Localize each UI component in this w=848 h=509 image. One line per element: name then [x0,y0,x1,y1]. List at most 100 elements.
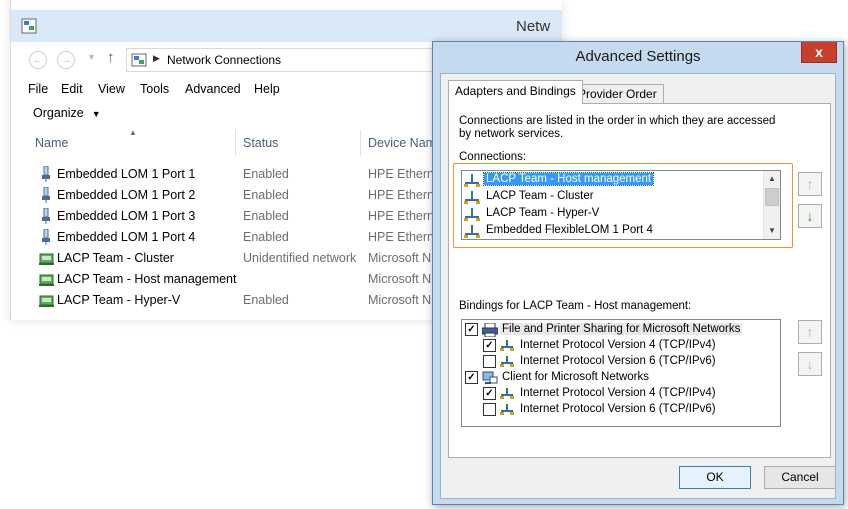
protocol-icon [500,339,514,354]
connections-label: Connections: [459,151,527,163]
binding-label: Client for Microsoft Networks [502,371,649,383]
close-icon: x [815,44,823,60]
scroll-thumb[interactable] [765,188,779,206]
connection-name: Embedded LOM 1 Port 2 [57,188,196,202]
binding-label: Internet Protocol Version 4 (TCP/IPv4) [520,387,716,399]
breadcrumb-chevron-icon[interactable]: ▶ [153,53,160,64]
binding-label: Internet Protocol Version 4 (TCP/IPv4) [520,339,716,351]
explorer-titlebar[interactable]: Netw [11,10,562,42]
arrow-down-icon: ↓ [806,208,814,224]
column-name[interactable]: Name [35,136,68,150]
ok-button[interactable]: OK [679,466,751,489]
connections-intro-text: Connections are listed in the order in w… [459,115,776,140]
binding-checkbox[interactable] [483,403,496,416]
binding-label: Internet Protocol Version 6 (TCP/IPv6) [520,355,716,367]
connection-device: HPE Etherne [368,230,441,244]
menu-edit[interactable]: Edit [61,82,83,96]
column-divider[interactable] [360,130,361,156]
binding-checkbox[interactable]: ✓ [465,371,478,384]
breadcrumb-network-connections[interactable]: Network Connections [167,53,281,67]
binding-checkbox[interactable]: ✓ [465,323,478,336]
network-adapter-icon [39,186,53,206]
column-divider[interactable] [235,130,236,156]
chevron-down-icon: ▼ [91,109,101,119]
connection-label: Embedded FlexibleLOM 1 Port 4 [486,224,653,236]
column-status[interactable]: Status [243,136,278,150]
connection-name: Embedded LOM 1 Port 3 [57,209,196,223]
move-binding-down-button[interactable]: ↓ [798,352,822,376]
protocol-icon [500,387,514,402]
printer-share-icon [481,322,499,340]
network-folder-icon [131,52,147,71]
scroll-up-icon[interactable]: ▲ [764,171,780,187]
column-device-name[interactable]: Device Nam [368,136,436,150]
connection-status: Enabled [243,209,289,223]
connection-device: HPE Etherne [368,188,441,202]
connection-device: Microsoft N [368,293,432,307]
binding-checkbox[interactable]: ✓ [483,339,496,352]
scroll-down-icon[interactable]: ▼ [764,223,780,239]
organize-label: Organize [33,106,84,120]
protocol-icon [500,403,514,418]
explorer-title: Netw [516,18,551,35]
arrow-up-icon: ↑ [806,324,814,340]
binding-checkbox[interactable] [483,355,496,368]
network-connection-icon [464,225,480,241]
recent-locations-chevron-down-icon[interactable]: ▼ [87,52,96,62]
protocol-icon [500,355,514,370]
connection-status: Enabled [243,293,289,307]
organize-button[interactable]: Organize ▼ [33,106,101,120]
dialog-body: Adapters and Bindings Provider Order Con… [440,73,836,499]
network-connection-icon [464,208,480,224]
bindings-listbox[interactable]: ✓ File and Printer Sharing for Microsoft… [461,319,781,427]
binding-label: File and Printer Sharing for Microsoft N… [500,323,743,335]
network-connection-icon [464,191,480,207]
network-adapter-icon [39,165,53,185]
connection-device: HPE Etherne [368,167,441,181]
connection-status: Enabled [243,167,289,181]
connection-status: Enabled [243,188,289,202]
cancel-button[interactable]: Cancel [764,466,836,489]
menu-advanced[interactable]: Advanced [185,82,241,96]
menu-tools[interactable]: Tools [140,82,169,96]
close-button[interactable]: x [801,42,837,63]
menu-help[interactable]: Help [254,82,280,96]
connections-scrollbar[interactable]: ▲ ▼ [763,171,780,239]
connection-name: LACP Team - Hyper-V [57,293,181,307]
menu-file[interactable]: File [28,82,48,96]
network-client-icon [482,371,498,388]
connection-label: LACP Team - Host management [482,172,655,186]
forward-icon[interactable]: → [57,51,75,69]
menu-view[interactable]: View [98,82,125,96]
connection-status: Enabled [243,230,289,244]
network-connection-icon [464,174,480,190]
connection-device: Microsoft N [368,251,432,265]
connections-listbox[interactable]: LACP Team - Host management LACP Team - … [461,170,781,240]
tab-adapters-and-bindings[interactable]: Adapters and Bindings [448,80,583,104]
move-connection-up-button[interactable]: ↑ [798,172,822,196]
binding-label: Internet Protocol Version 6 (TCP/IPv6) [520,403,716,415]
connection-name: Embedded LOM 1 Port 1 [57,167,196,181]
network-adapter-icon [39,228,53,248]
sort-ascending-icon: ▲ [129,128,137,137]
arrow-down-icon: ↓ [806,356,814,372]
bindings-label: Bindings for LACP Team - Host management… [459,300,692,312]
connection-device: Microsoft N [368,272,432,286]
up-arrow-icon[interactable]: ↑ [107,49,115,66]
connection-device: HPE Etherne [368,209,441,223]
move-connection-down-button[interactable]: ↓ [798,204,822,228]
move-binding-up-button[interactable]: ↑ [798,320,822,344]
back-icon[interactable]: ← [29,51,47,69]
tab-provider-order[interactable]: Provider Order [571,84,664,104]
connection-label: LACP Team - Hyper-V [486,207,600,219]
network-adapter-icon [39,207,53,227]
network-connections-icon [21,18,37,37]
dialog-title: Advanced Settings [575,48,701,65]
network-team-icon [39,292,55,311]
connection-label: LACP Team - Cluster [486,190,594,202]
advanced-settings-dialog: Advanced Settings x Adapters and Binding… [432,41,844,505]
arrow-up-icon: ↑ [806,176,814,192]
connection-name: Embedded LOM 1 Port 4 [57,230,196,244]
connection-name: LACP Team - Host management [57,272,237,286]
binding-checkbox[interactable]: ✓ [483,387,496,400]
